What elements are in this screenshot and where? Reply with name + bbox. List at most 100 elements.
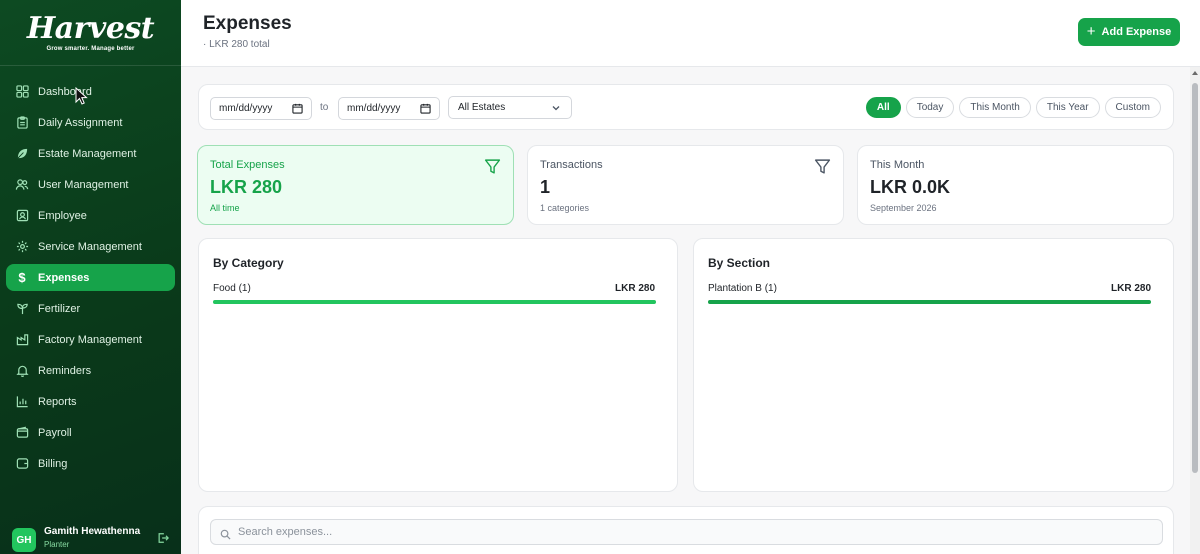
stat-value: LKR 280 [210, 177, 283, 197]
category-row-value: LKR 280 [614, 283, 655, 294]
category-progress-track [213, 300, 656, 304]
calendar-icon[interactable] [292, 103, 303, 117]
sidebar-item-label: Payroll [38, 426, 72, 439]
date-to-placeholder: mm/dd/yyyy [347, 103, 401, 114]
sidebar-item-service-management[interactable]: Service Management [6, 233, 175, 260]
page-header: Expenses · LKR 280 total + Add Expense [181, 0, 1200, 67]
scrollbar-thumb[interactable] [1192, 83, 1198, 473]
search-icon [220, 527, 231, 545]
plus-icon: + [1086, 23, 1096, 40]
category-progress-fill [213, 300, 656, 304]
users-icon [15, 178, 29, 192]
leaf-icon [15, 147, 29, 161]
sidebar-item-employee[interactable]: Employee [6, 202, 175, 229]
sidebar-item-label: Factory Management [38, 333, 142, 346]
stat-label: Total Expenses [210, 159, 285, 171]
factory-icon [15, 333, 29, 347]
sidebar-item-label: Reports [38, 395, 77, 408]
sidebar-item-label: User Management [38, 178, 129, 191]
wallet-icon [15, 426, 29, 440]
range-pill-this-year[interactable]: This Year [1035, 97, 1100, 118]
sidebar-item-factory-management[interactable]: Factory Management [6, 326, 175, 353]
clipboard-icon [15, 116, 29, 130]
stat-card-total-expenses[interactable]: Total Expenses LKR 280 All time [197, 145, 514, 225]
page-scrollbar[interactable] [1190, 67, 1200, 554]
receipt-icon [15, 457, 29, 471]
date-to-input[interactable]: mm/dd/yyyy [338, 97, 440, 120]
sidebar-item-daily-assignment[interactable]: Daily Assignment [6, 109, 175, 136]
dollar-icon: $ [18, 270, 26, 285]
grid-icon [15, 85, 29, 99]
stat-note: All time [210, 203, 240, 213]
range-pill-custom[interactable]: Custom [1104, 97, 1161, 118]
date-range-separator: to [320, 102, 329, 113]
date-from-input[interactable]: mm/dd/yyyy [210, 97, 312, 120]
sidebar-nav: Dashboard Daily Assignment Estate Manage… [0, 66, 181, 477]
section-row-label: Plantation B (1) [708, 283, 777, 294]
stat-value: 1 [540, 177, 551, 197]
add-expense-label: Add Expense [1101, 26, 1172, 38]
calendar-icon[interactable] [420, 103, 431, 117]
section-row-value: LKR 280 [1110, 283, 1151, 294]
sidebar-item-fertilizer[interactable]: Fertilizer [6, 295, 175, 322]
bell-icon [15, 364, 29, 378]
stat-note: September 2026 [870, 203, 937, 213]
sidebar-item-user-management[interactable]: User Management [6, 171, 175, 198]
search-card [198, 506, 1174, 554]
sidebar-item-billing[interactable]: Billing [6, 450, 175, 477]
sidebar: Harvest Grow smarter. Manage better Dash… [0, 0, 181, 554]
sidebar-item-label: Reminders [38, 364, 92, 377]
category-row-label: Food (1) [213, 283, 251, 294]
search-input[interactable] [210, 519, 1163, 545]
id-badge-icon [15, 209, 29, 223]
sidebar-item-expenses[interactable]: $ Expenses [6, 264, 175, 291]
estate-select[interactable]: All Estates [448, 96, 572, 119]
sidebar-item-reminders[interactable]: Reminders [6, 357, 175, 384]
bar-chart-icon [15, 395, 29, 409]
sprout-icon [15, 302, 29, 316]
sidebar-item-estate-management[interactable]: Estate Management [6, 140, 175, 167]
logout-icon[interactable] [157, 531, 169, 549]
user-info: Gamith Hewathenna Planter [44, 526, 140, 549]
range-pill-all[interactable]: All [865, 97, 901, 118]
panel-title: By Category [213, 256, 284, 270]
gear-icon [15, 240, 29, 254]
section-progress-track [708, 300, 1151, 304]
add-expense-button[interactable]: + Add Expense [1078, 18, 1180, 46]
brand-logo[interactable]: Harvest Grow smarter. Manage better [0, 0, 181, 66]
sidebar-item-label: Service Management [38, 240, 142, 253]
sidebar-item-label: Billing [38, 457, 68, 470]
sidebar-item-label: Daily Assignment [38, 116, 123, 129]
range-pill-this-month[interactable]: This Month [959, 97, 1031, 118]
panel-title: By Section [708, 256, 771, 270]
sidebar-item-label: Expenses [38, 271, 90, 284]
sidebar-item-reports[interactable]: Reports [6, 388, 175, 415]
stat-label: Transactions [540, 159, 603, 171]
funnel-icon [814, 158, 831, 180]
avatar: GH [12, 528, 36, 552]
scroll-up-arrow-icon[interactable] [1192, 71, 1198, 75]
stat-card-this-month[interactable]: This Month LKR 0.0K September 2026 [857, 145, 1174, 225]
stat-value: LKR 0.0K [870, 177, 951, 197]
stat-label: This Month [870, 159, 925, 171]
date-from-placeholder: mm/dd/yyyy [219, 103, 273, 114]
date-range-pills: All Today This Month This Year Custom [861, 97, 1161, 118]
by-category-panel: By Category Food (1) LKR 280 [198, 238, 678, 492]
section-progress-fill [708, 300, 1151, 304]
logo-tagline: Grow smarter. Manage better [46, 45, 135, 52]
page-subtitle: · LKR 280 total [203, 39, 270, 50]
sidebar-item-label: Employee [38, 209, 87, 222]
by-section-panel: By Section Plantation B (1) LKR 280 [693, 238, 1174, 492]
stat-card-transactions[interactable]: Transactions 1 1 categories [527, 145, 844, 225]
filter-bar: mm/dd/yyyy to mm/dd/yyyy All Estates All… [198, 84, 1174, 130]
mouse-cursor-icon [75, 86, 89, 111]
sidebar-item-payroll[interactable]: Payroll [6, 419, 175, 446]
user-name: Gamith Hewathenna [44, 526, 141, 537]
user-role: Planter [44, 540, 70, 549]
chevron-down-icon [551, 103, 561, 116]
stat-note: 1 categories [540, 203, 590, 213]
sidebar-item-dashboard[interactable]: Dashboard [6, 78, 175, 105]
user-profile[interactable]: GH Gamith Hewathenna Planter [0, 518, 181, 554]
logo-wordmark: Harvest [26, 10, 155, 46]
range-pill-today[interactable]: Today [905, 97, 955, 118]
